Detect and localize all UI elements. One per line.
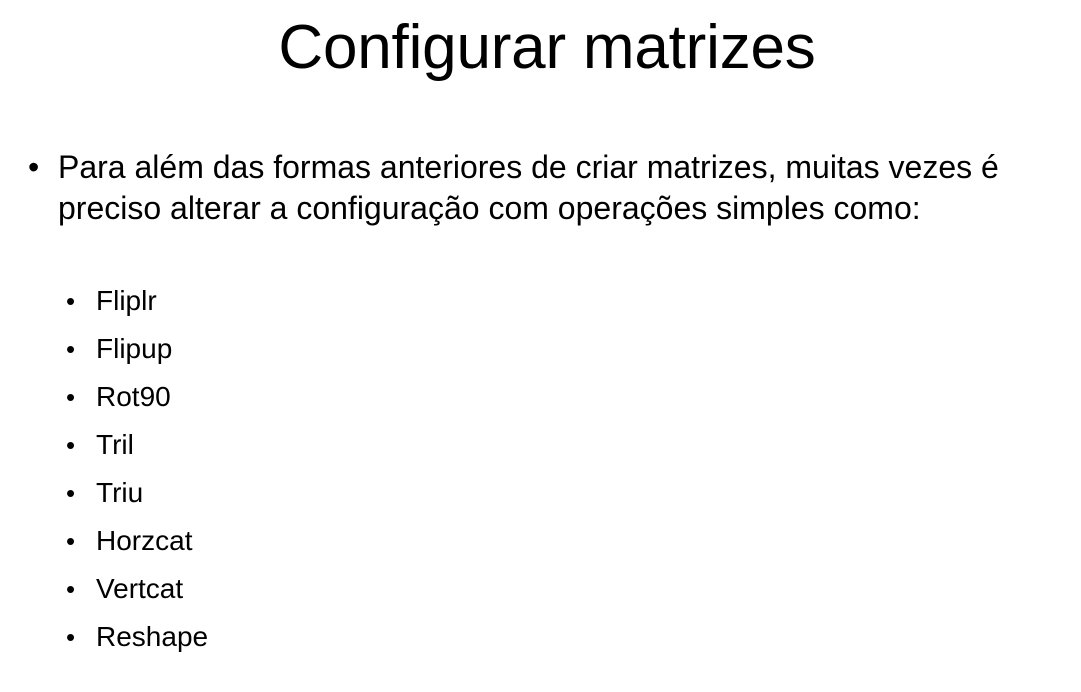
sub-bullet-marker: • bbox=[66, 430, 76, 460]
slide: Configurar matrizes • Para além das form… bbox=[0, 0, 1081, 692]
sub-bullet-marker: • bbox=[66, 334, 76, 364]
operation-label: Flipup bbox=[96, 333, 173, 364]
operation-label: Horzcat bbox=[96, 525, 193, 556]
operation-label: Rot90 bbox=[96, 381, 171, 412]
operation-label: Tril bbox=[96, 429, 134, 460]
operation-label: Fliplr bbox=[96, 285, 157, 316]
sub-bullet-marker: • bbox=[66, 478, 76, 508]
sub-bullet-marker: • bbox=[66, 382, 76, 412]
sub-bullet-marker: • bbox=[66, 622, 76, 652]
sub-bullet-marker: • bbox=[66, 286, 76, 316]
slide-title: Configurar matrizes bbox=[278, 13, 816, 82]
sub-bullet-marker: • bbox=[66, 526, 76, 556]
operation-label: Reshape bbox=[96, 621, 209, 652]
bullet-text: Para além das formas anteriores de criar… bbox=[58, 149, 999, 226]
operation-label: Triu bbox=[96, 477, 144, 508]
operation-label: Vertcat bbox=[96, 573, 184, 604]
bullet-marker: • bbox=[28, 149, 40, 185]
sub-bullet-marker: • bbox=[66, 574, 76, 604]
